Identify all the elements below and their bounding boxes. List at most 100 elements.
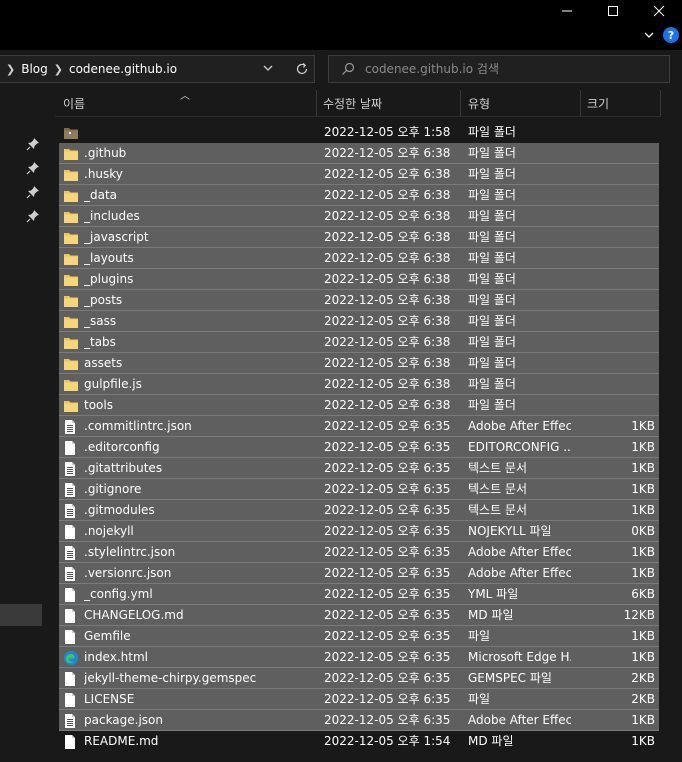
file-row[interactable]: .commitlintrc.json 2022-12-05 오후 6:35 Adob… bbox=[59, 416, 659, 437]
file-row[interactable]: .gitmodules 2022-12-05 오후 6:35 텍스트 문서 1KB bbox=[59, 500, 659, 521]
file-name[interactable]: assets bbox=[84, 353, 319, 374]
file-row[interactable]: _includes 2022-12-05 오후 6:38 파일 폴더 bbox=[59, 206, 659, 227]
file-icon bbox=[63, 584, 81, 605]
file-row[interactable]: .github 2022-12-05 오후 6:38 파일 폴더 bbox=[59, 143, 659, 164]
file-row[interactable]: .nojekyll 2022-12-05 오후 6:35 NOJEKYLL 파일 0K… bbox=[59, 521, 659, 542]
pin-icon bbox=[26, 186, 39, 199]
file-size bbox=[579, 185, 655, 206]
file-row[interactable]: _sass 2022-12-05 오후 6:38 파일 폴더 bbox=[59, 311, 659, 332]
file-row[interactable]: tools 2022-12-05 오후 6:38 파일 폴더 bbox=[59, 395, 659, 416]
file-type: Adobe After Effec... bbox=[468, 545, 571, 559]
search-box[interactable] bbox=[328, 55, 670, 83]
file-row[interactable]: .editorconfig 2022-12-05 오후 6:35 EDITORCON… bbox=[59, 437, 659, 458]
column-divider[interactable] bbox=[460, 90, 461, 116]
file-name[interactable]: .gitignore bbox=[84, 479, 319, 500]
search-input[interactable] bbox=[363, 61, 647, 77]
file-row[interactable]: .gitattributes 2022-12-05 오후 6:35 텍스트 문서 1K… bbox=[59, 458, 659, 479]
column-header-date[interactable]: 수정한 날짜 bbox=[323, 90, 458, 116]
breadcrumb-item-codenee[interactable]: codenee.github.io bbox=[69, 62, 177, 76]
folder-icon bbox=[63, 353, 81, 374]
file-row[interactable]: LICENSE 2022-12-05 오후 6:35 파일 2KB bbox=[59, 689, 659, 710]
file-row[interactable]: _layouts 2022-12-05 오후 6:38 파일 폴더 bbox=[59, 248, 659, 269]
file-name[interactable]: _tabs bbox=[84, 332, 319, 353]
file-name[interactable]: .gitattributes bbox=[84, 458, 319, 479]
maximize-button[interactable] bbox=[590, 0, 636, 22]
file-name[interactable]: .nojekyll bbox=[84, 521, 319, 542]
column-header-row: ︿ 이름 수정한 날짜 유형 크기 bbox=[55, 90, 661, 117]
file-date: 2022-12-05 오후 6:35 bbox=[324, 545, 451, 559]
file-name[interactable]: _sass bbox=[84, 311, 319, 332]
file-name[interactable]: _config.yml bbox=[84, 584, 319, 605]
file-name[interactable]: .husky bbox=[84, 164, 319, 185]
minimize-button[interactable] bbox=[544, 0, 590, 22]
file-row[interactable]: _javascript 2022-12-05 오후 6:38 파일 폴더 bbox=[59, 227, 659, 248]
address-dropdown-button[interactable] bbox=[262, 62, 274, 77]
file-row[interactable]: package.json 2022-12-05 오후 6:35 Adobe Afte… bbox=[59, 710, 659, 731]
file-row[interactable]: CHANGELOG.md 2022-12-05 오후 6:35 MD 파일 12KB bbox=[59, 605, 659, 626]
file-name[interactable]: _posts bbox=[84, 290, 319, 311]
file-row[interactable]: .husky 2022-12-05 오후 6:38 파일 폴더 bbox=[59, 164, 659, 185]
file-size bbox=[579, 311, 655, 332]
file-size bbox=[579, 332, 655, 353]
nav-selected-item[interactable] bbox=[0, 604, 42, 626]
column-header-size[interactable]: 크기 bbox=[587, 90, 657, 116]
title-bar: ? bbox=[0, 0, 682, 50]
vertical-scrollbar[interactable] bbox=[666, 90, 682, 762]
file-name[interactable]: Gemfile bbox=[84, 626, 319, 647]
file-name[interactable]: index.html bbox=[84, 647, 319, 668]
help-button[interactable]: ? bbox=[662, 24, 680, 46]
file-row[interactable]: _plugins 2022-12-05 오후 6:38 파일 폴더 bbox=[59, 269, 659, 290]
file-date: 2022-12-05 오후 6:38 bbox=[324, 251, 451, 265]
file-name[interactable]: _layouts bbox=[84, 248, 319, 269]
file-name[interactable]: _javascript bbox=[84, 227, 319, 248]
navigation-pane[interactable] bbox=[0, 90, 42, 762]
column-header-type[interactable]: 유형 bbox=[468, 90, 578, 116]
close-button[interactable] bbox=[636, 0, 682, 22]
file-row[interactable]: jekyll-theme-chirpy.gemspec 2022-12-05 오후… bbox=[59, 668, 659, 689]
file-size: 1KB bbox=[631, 650, 655, 664]
column-divider[interactable] bbox=[660, 90, 661, 116]
file-name[interactable]: .stylelintrc.json bbox=[84, 542, 319, 563]
file-name[interactable]: jekyll-theme-chirpy.gemspec bbox=[84, 668, 319, 689]
file-name[interactable]: .editorconfig bbox=[84, 437, 319, 458]
file-row[interactable]: .stylelintrc.json 2022-12-05 오후 6:35 Adobe… bbox=[59, 542, 659, 563]
file-date: 2022-12-05 오후 6:38 bbox=[324, 209, 451, 223]
file-row[interactable]: .versionrc.json 2022-12-05 오후 6:35 Adobe A… bbox=[59, 563, 659, 584]
file-row[interactable]: assets 2022-12-05 오후 6:38 파일 폴더 bbox=[59, 353, 659, 374]
column-divider[interactable] bbox=[580, 90, 581, 116]
file-name[interactable]: _plugins bbox=[84, 269, 319, 290]
file-name[interactable]: _data bbox=[84, 185, 319, 206]
file-size: 1KB bbox=[631, 713, 655, 727]
file-name[interactable]: .versionrc.json bbox=[84, 563, 319, 584]
breadcrumb[interactable]: ❯ Blog ❯ codenee.github.io bbox=[0, 55, 315, 83]
file-type: EDITORCONFIG ... bbox=[468, 440, 571, 454]
file-row[interactable]: _config.yml 2022-12-05 오후 6:35 YML 파일 6KB bbox=[59, 584, 659, 605]
file-name[interactable]: package.json bbox=[84, 710, 319, 731]
file-name[interactable]: CHANGELOG.md bbox=[84, 605, 319, 626]
file-row[interactable]: _tabs 2022-12-05 오후 6:38 파일 폴더 bbox=[59, 332, 659, 353]
column-divider[interactable] bbox=[316, 90, 317, 116]
breadcrumb-item-blog[interactable]: Blog bbox=[21, 62, 48, 76]
expand-ribbon-button[interactable] bbox=[640, 24, 658, 46]
file-name[interactable]: .github bbox=[84, 143, 319, 164]
file-name[interactable]: gulpfile.js bbox=[84, 374, 319, 395]
file-row[interactable]: index.html 2022-12-05 오후 6:35 Microsoft Ed… bbox=[59, 647, 659, 668]
file-name[interactable]: tools bbox=[84, 395, 319, 416]
file-name[interactable]: _includes bbox=[84, 206, 319, 227]
refresh-button[interactable] bbox=[288, 55, 315, 83]
file-name[interactable]: .gitmodules bbox=[84, 500, 319, 521]
file-name[interactable] bbox=[84, 122, 319, 143]
file-name[interactable]: LICENSE bbox=[84, 689, 319, 710]
file-name[interactable]: .commitlintrc.json bbox=[84, 416, 319, 437]
file-type: 파일 폴더 bbox=[468, 272, 516, 286]
file-row[interactable]: README.md 2022-12-05 오후 1:54 MD 파일 1KB bbox=[59, 731, 659, 752]
file-size bbox=[579, 353, 655, 374]
file-row[interactable]: 2022-12-05 오후 1:58 파일 폴더 bbox=[59, 122, 659, 143]
file-row[interactable]: _data 2022-12-05 오후 6:38 파일 폴더 bbox=[59, 185, 659, 206]
file-row[interactable]: .gitignore 2022-12-05 오후 6:35 텍스트 문서 1KB bbox=[59, 479, 659, 500]
column-header-name[interactable]: 이름 bbox=[63, 90, 313, 116]
file-row[interactable]: gulpfile.js 2022-12-05 오후 6:38 파일 폴더 bbox=[59, 374, 659, 395]
file-row[interactable]: Gemfile 2022-12-05 오후 6:35 파일 1KB bbox=[59, 626, 659, 647]
file-name[interactable]: README.md bbox=[84, 731, 319, 752]
file-row[interactable]: _posts 2022-12-05 오후 6:38 파일 폴더 bbox=[59, 290, 659, 311]
